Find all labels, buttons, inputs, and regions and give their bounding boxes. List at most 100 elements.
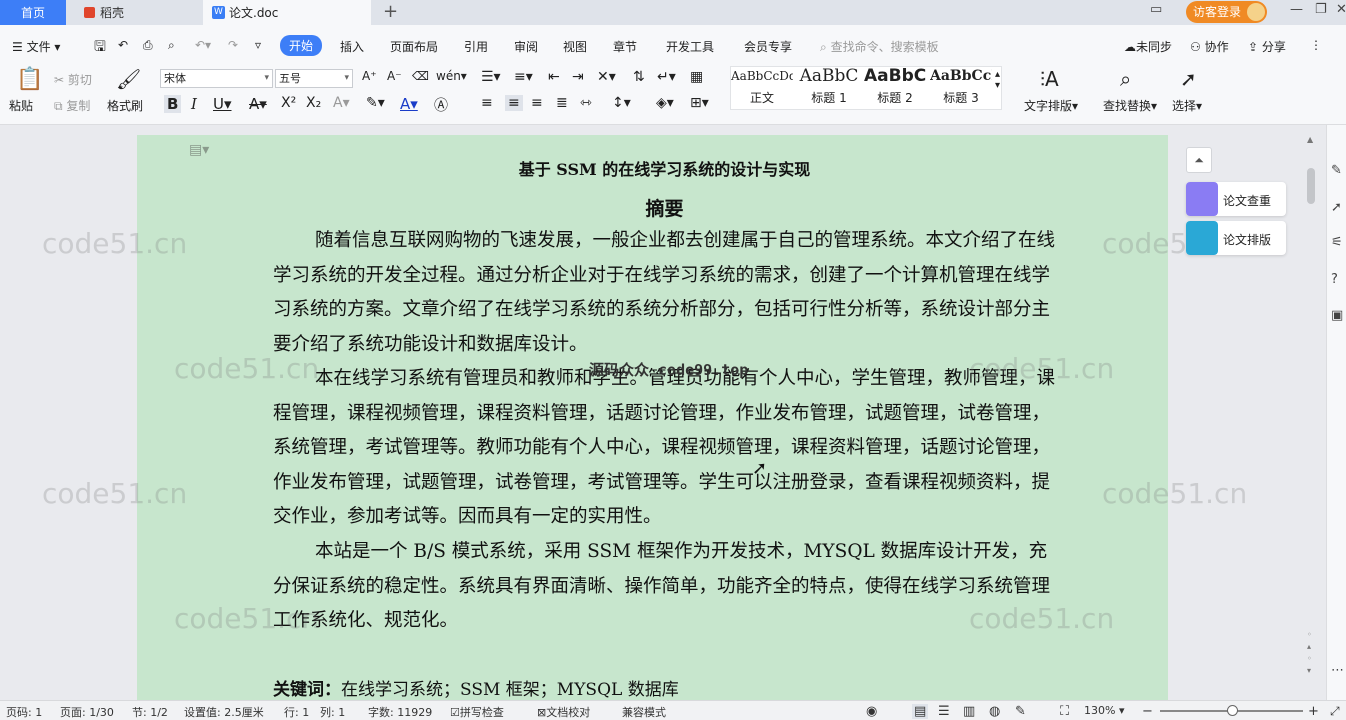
subscript-icon[interactable]: X₂ — [306, 95, 321, 111]
page-nav-icon[interactable]: ◦ ▴ ◦ ▾ — [1307, 629, 1312, 677]
status-section[interactable]: 节: 1/2 — [132, 704, 168, 720]
zoom-in-icon[interactable]: + — [1308, 704, 1319, 719]
italic-icon[interactable]: I — [191, 95, 197, 113]
eye-protection-icon[interactable]: ◉ — [866, 704, 877, 719]
share-button[interactable]: ⇪ 分享 — [1248, 38, 1286, 55]
zoom-slider-thumb[interactable] — [1227, 705, 1238, 716]
status-page[interactable]: 页面: 1/30 — [60, 704, 114, 720]
decrease-indent-icon[interactable]: ⇤ — [548, 69, 560, 85]
text-layout-button[interactable]: 文字排版▾ — [1024, 97, 1078, 114]
justify-icon[interactable]: ≣ — [556, 95, 568, 111]
shrink-font-icon[interactable]: A⁻ — [387, 69, 402, 83]
bold-icon[interactable]: B — [164, 95, 182, 113]
guest-login-button[interactable]: 访客登录 — [1186, 1, 1267, 23]
menu-review[interactable]: 审阅 — [514, 38, 538, 55]
tab-document[interactable]: W 论文.doc — [203, 0, 371, 25]
increase-indent-icon[interactable]: ⇥ — [572, 69, 584, 85]
print-preview-icon[interactable]: ⌕ — [168, 38, 175, 53]
page-view-icon[interactable]: ▤ — [912, 704, 929, 719]
new-tab-plus-icon[interactable]: + — [383, 1, 398, 22]
show-marks-icon[interactable]: ↵▾ — [657, 69, 676, 85]
status-column[interactable]: 列: 1 — [320, 704, 345, 720]
pinyin-guide-icon[interactable]: wén▾ — [436, 69, 467, 83]
numbered-list-icon[interactable]: ≡▾ — [514, 69, 533, 85]
format-painter-button[interactable]: 格式刷 — [107, 97, 143, 114]
spell-check-toggle[interactable]: ☑拼写检查 — [450, 704, 504, 720]
find-replace-icon[interactable]: ⌕ — [1120, 67, 1131, 91]
menu-file[interactable]: ☰ 文件 ▾ — [12, 38, 60, 55]
status-word-count[interactable]: 字数: 11929 — [368, 704, 432, 720]
paste-button[interactable]: 粘贴 — [9, 97, 33, 114]
scroll-up-icon[interactable]: ▲ — [1307, 135, 1313, 144]
collapse-panel-icon[interactable]: ⏶ — [1186, 147, 1212, 173]
menu-start[interactable]: 开始 — [280, 35, 323, 56]
font-color-icon[interactable]: A▾ — [400, 95, 418, 113]
cut-button[interactable]: ✂ 剪切 — [54, 71, 92, 88]
status-page-number[interactable]: 页码: 1 — [6, 704, 42, 720]
find-replace-button[interactable]: 查找替换▾ — [1103, 97, 1157, 114]
clear-format-icon[interactable]: ⌫ — [412, 69, 429, 83]
web-view-icon[interactable]: ◍ — [989, 704, 1000, 719]
help-icon[interactable]: ? — [1331, 272, 1338, 287]
save-icon[interactable]: 🖫 — [94, 36, 106, 60]
strikethrough-icon[interactable]: A▾ — [249, 95, 267, 113]
underline-icon[interactable]: U▾ — [213, 95, 232, 113]
undo-arrow-icon[interactable]: ↶ — [118, 38, 128, 52]
redo-icon[interactable]: ↷ — [228, 38, 238, 52]
collaborate-button[interactable]: ⚇ 协作 — [1190, 38, 1229, 55]
sync-status[interactable]: ☁未同步 — [1124, 38, 1172, 55]
align-right-icon[interactable]: ≡ — [531, 95, 543, 111]
more-menu-icon[interactable]: ⋮ — [1310, 38, 1322, 52]
rail-more-icon[interactable]: ⋯ — [1331, 663, 1344, 678]
menu-chapter[interactable]: 章节 — [613, 38, 637, 55]
quick-access-more-icon[interactable]: ▿ — [255, 38, 261, 52]
restore-icon[interactable]: ❐ — [1315, 2, 1327, 17]
status-line[interactable]: 行: 1 — [284, 704, 309, 720]
edit-pen-icon[interactable]: ✎ — [1331, 163, 1342, 178]
align-center-icon[interactable]: ≡ — [505, 95, 523, 111]
style-heading-1[interactable]: AaBbC 标题 1 — [798, 65, 860, 105]
minimize-icon[interactable]: — — [1290, 2, 1303, 17]
outline-view-icon[interactable]: ☰ — [938, 704, 950, 719]
font-size-select[interactable]: 五号 — [275, 69, 353, 88]
copy-button[interactable]: ⧉ 复制 — [54, 97, 90, 114]
grow-font-icon[interactable]: A⁺ — [362, 69, 377, 83]
sort-icon[interactable]: ⇅ — [633, 69, 645, 85]
tab-home[interactable]: 首页 — [0, 0, 66, 25]
zoom-out-icon[interactable]: − — [1142, 704, 1153, 719]
text-effect-icon[interactable]: A▾ — [333, 95, 350, 111]
menu-dev-tools[interactable]: 开发工具 — [666, 38, 714, 55]
select-button[interactable]: 选择▾ — [1172, 97, 1202, 114]
doc-proofread-button[interactable]: ⊠文档校对 — [537, 704, 590, 720]
status-setting-value[interactable]: 设置值: 2.5厘米 — [184, 704, 264, 720]
command-search[interactable]: ⌕ 查找命令、搜索模板 — [820, 38, 939, 55]
line-spacing-icon[interactable]: ↕▾ — [612, 95, 631, 111]
style-scroll-icon[interactable]: ▴ ▾ — [995, 69, 1000, 91]
shading-icon[interactable]: ◈▾ — [656, 95, 674, 111]
font-name-select[interactable]: 宋体 — [160, 69, 273, 88]
paste-icon[interactable]: 📋 — [16, 67, 43, 92]
image-icon[interactable]: ▣ — [1331, 308, 1343, 323]
menu-insert[interactable]: 插入 — [340, 38, 364, 55]
menu-member[interactable]: 会员专享 — [744, 38, 792, 55]
style-normal[interactable]: AaBbCcDd 正文 — [731, 65, 793, 105]
scrollbar-thumb[interactable] — [1307, 168, 1315, 204]
fit-page-icon[interactable]: ⛶ — [1060, 704, 1069, 719]
thesis-check-button[interactable]: 论文查重 — [1186, 182, 1286, 216]
zoom-select[interactable]: 130% ▾ — [1084, 704, 1124, 717]
menu-view[interactable]: 视图 — [563, 38, 587, 55]
superscript-icon[interactable]: X² — [281, 95, 296, 111]
align-left-icon[interactable]: ≡ — [481, 95, 493, 111]
text-layout-icon[interactable]: ⫶A — [1040, 67, 1059, 91]
table-grid-icon[interactable]: ▦ — [690, 69, 703, 85]
char-border-icon[interactable]: Ⓐ — [434, 95, 448, 115]
chinese-layout-icon[interactable]: ✕▾ — [597, 69, 616, 85]
tab-wenku[interactable]: 稻壳 — [70, 0, 200, 25]
window-layout-icon[interactable]: ▭ — [1150, 2, 1162, 17]
pointer-icon[interactable]: ➚ — [1331, 200, 1342, 215]
format-painter-icon[interactable]: 🖌 — [116, 67, 141, 91]
borders-icon[interactable]: ⊞▾ — [690, 95, 709, 111]
settings-sliders-icon[interactable]: ⚟ — [1331, 235, 1343, 250]
undo-icon[interactable]: ↶▾ — [195, 38, 211, 52]
thesis-layout-button[interactable]: 论文排版 — [1186, 221, 1286, 255]
